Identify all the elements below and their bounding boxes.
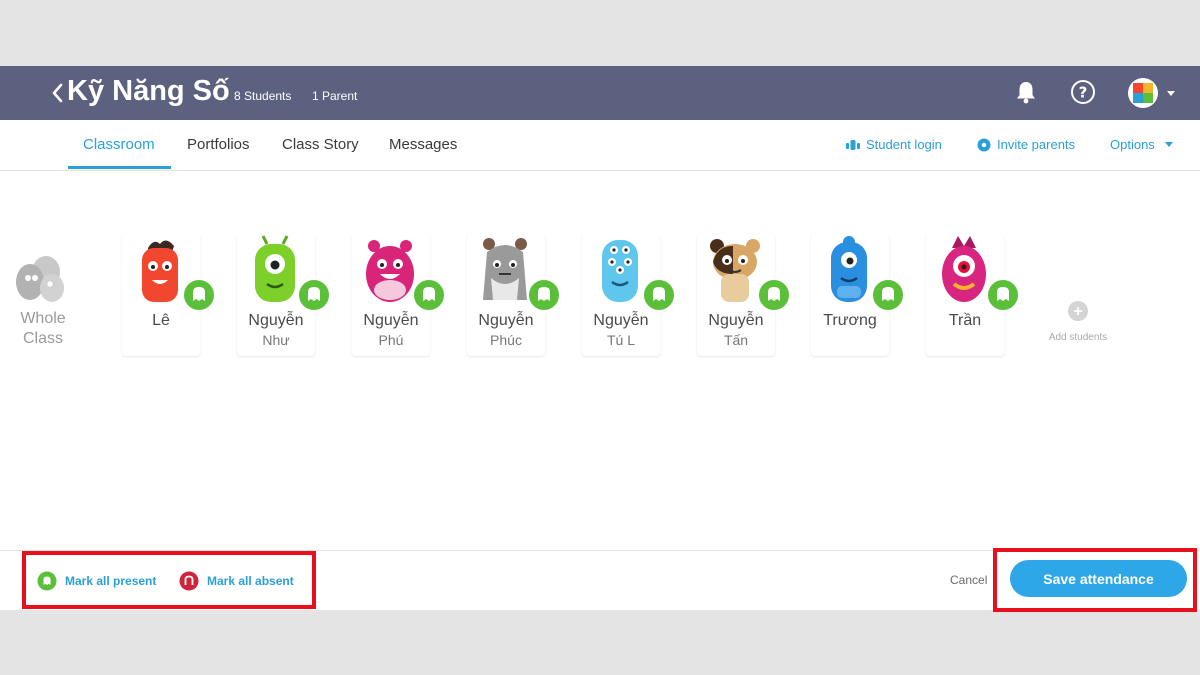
student-name-2: Phúc [490, 332, 522, 348]
present-icon [37, 571, 57, 591]
student-card[interactable]: Nguyễn Tấn [697, 234, 791, 356]
whole-class-card[interactable]: Whole Class [4, 234, 82, 356]
options-caret-icon [1164, 141, 1173, 147]
options-label: Options [1110, 137, 1155, 152]
tab-class-story[interactable]: Class Story [282, 136, 359, 153]
student-card[interactable]: Nguyễn Phú [352, 234, 446, 356]
student-card[interactable]: Lê [122, 234, 216, 356]
svg-text:?: ? [1079, 84, 1088, 102]
class-title: Kỹ Năng Số [67, 75, 230, 107]
mark-all-absent-label: Mark all absent [207, 574, 294, 588]
help-icon[interactable]: ? [1069, 78, 1097, 106]
student-name: Nguyễn [593, 312, 649, 329]
student-name: Lê [152, 312, 170, 329]
student-name: Nguyễn [363, 312, 419, 329]
invite-parents-icon [977, 138, 991, 151]
save-attendance-button[interactable]: Save attendance [1010, 560, 1187, 597]
bell-icon[interactable] [1012, 78, 1040, 106]
student-name: Trần [948, 312, 982, 329]
absent-icon [179, 571, 199, 591]
present-badge-icon[interactable] [642, 278, 676, 312]
mark-all-present-button[interactable]: Mark all present [37, 571, 156, 591]
top-header: Kỹ Năng Số 8 Students 1 Parent ? [0, 66, 1200, 120]
plus-icon [1068, 301, 1088, 321]
tabs-bar: Classroom Portfolios Class Story Message… [0, 120, 1200, 171]
student-card[interactable]: Nguyễn Phúc [467, 234, 561, 356]
student-name: Nguyễn [248, 312, 304, 329]
whole-class-monsters-icon [16, 256, 64, 302]
parents-count: 1 Parent [312, 89, 358, 103]
student-name: Nguyễn [708, 312, 764, 329]
student-name: Nguyễn [478, 312, 534, 329]
student-login-link[interactable]: Student login [846, 137, 942, 152]
caret-down-icon[interactable] [1166, 90, 1176, 98]
present-badge-icon[interactable] [182, 278, 216, 312]
present-badge-icon[interactable] [871, 278, 905, 312]
student-card[interactable]: Nguyễn Như [237, 234, 331, 356]
invite-parents-label: Invite parents [997, 137, 1076, 152]
add-students-label: Add students [1048, 332, 1108, 343]
mark-all-present-label: Mark all present [65, 574, 157, 588]
attendance-footer: Mark all present Mark all absent Cancel … [0, 550, 1200, 610]
student-card[interactable]: Trần [926, 234, 1020, 356]
student-login-icon [846, 139, 860, 150]
students-count: 8 Students [234, 89, 292, 103]
options-dropdown[interactable]: Options [1110, 137, 1173, 152]
student-name: Trương [823, 312, 877, 329]
tab-messages[interactable]: Messages [389, 136, 457, 153]
back-chevron-icon[interactable] [48, 78, 68, 108]
whole-class-label-2: Class [22, 330, 63, 347]
active-tab-underline [68, 166, 171, 169]
present-badge-icon[interactable] [757, 278, 791, 312]
student-login-label: Student login [866, 137, 942, 152]
student-card[interactable]: Nguyễn Tú L [582, 234, 676, 356]
present-badge-icon[interactable] [412, 278, 446, 312]
add-students-button[interactable]: Add students [1040, 296, 1116, 352]
present-badge-icon[interactable] [297, 278, 331, 312]
student-name-2: Như [262, 332, 290, 348]
whole-class-label-1: Whole [20, 310, 66, 327]
classroom-window: Kỹ Năng Số 8 Students 1 Parent ? Classro… [0, 66, 1200, 610]
present-badge-icon[interactable] [527, 278, 561, 312]
avatar-icon[interactable] [1128, 78, 1158, 108]
tab-portfolios[interactable]: Portfolios [187, 136, 250, 153]
cancel-button[interactable]: Cancel [950, 573, 987, 587]
student-card[interactable]: Trương [811, 234, 905, 356]
student-name-2: Tú L [606, 332, 635, 348]
tab-classroom[interactable]: Classroom [83, 136, 155, 153]
mark-all-absent-button[interactable]: Mark all absent [179, 571, 294, 591]
invite-parents-link[interactable]: Invite parents [977, 137, 1075, 152]
student-name-2: Phú [378, 332, 404, 348]
student-name-2: Tấn [723, 332, 749, 348]
present-badge-icon[interactable] [986, 278, 1020, 312]
